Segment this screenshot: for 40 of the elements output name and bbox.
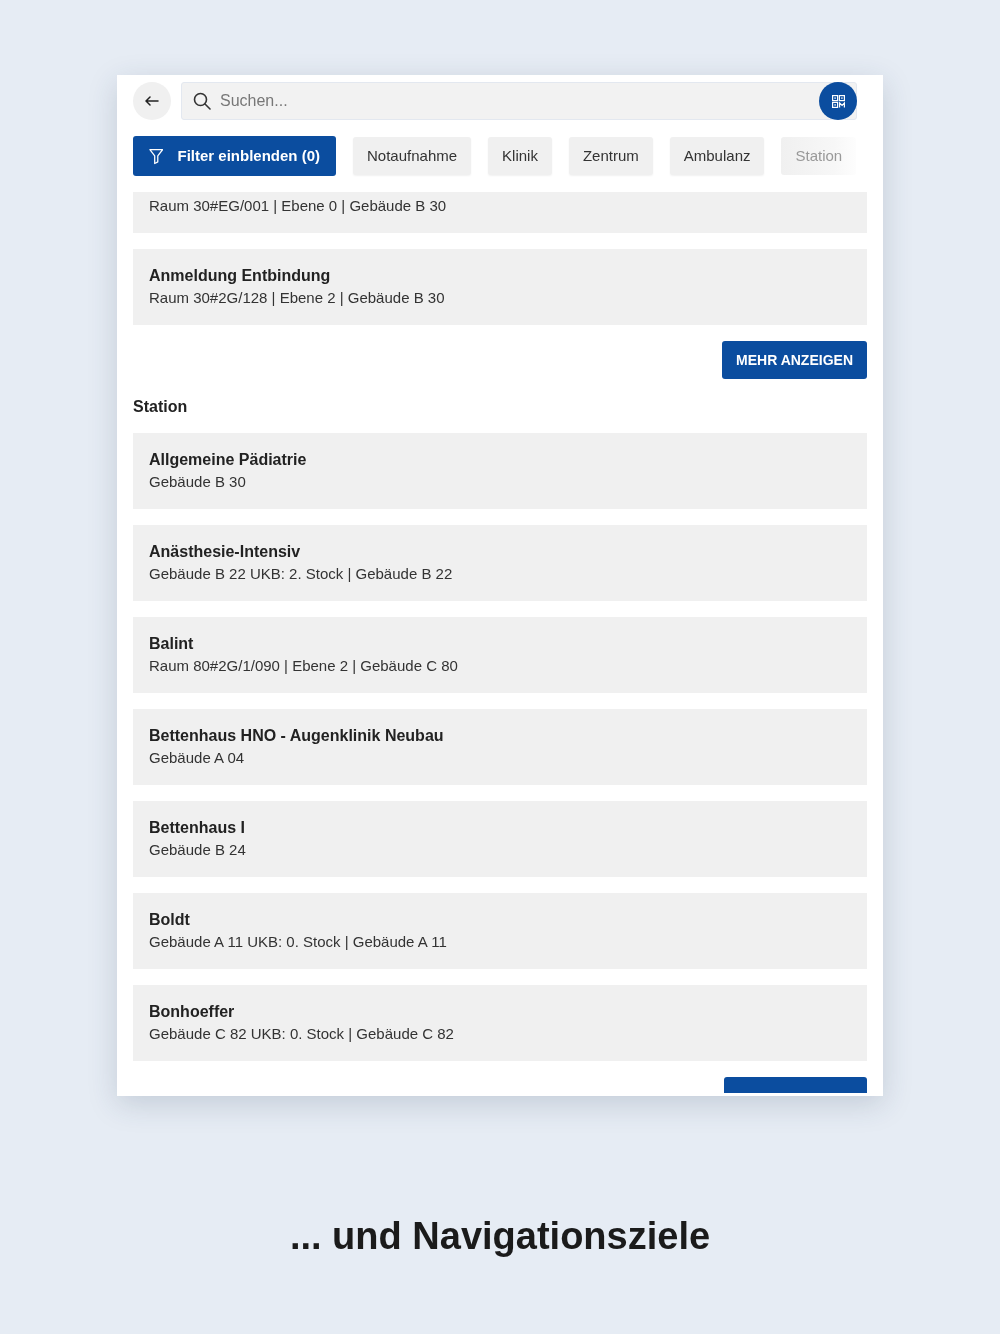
location-details: Raum 80#2G/1/090 | Ebene 2 | Gebäude C 80 bbox=[149, 656, 459, 676]
location-title: Anmeldung Entbindung bbox=[149, 266, 332, 286]
location-card[interactable]: Bonhoeffer Gebäude C 82 UKB: 0. Stock | Gebäude C 82 bbox=[133, 985, 867, 1061]
caption-text: ... und Navigationsziele bbox=[289, 1214, 711, 1259]
back-button[interactable] bbox=[133, 82, 171, 120]
location-card[interactable]: Bettenhaus HNO - Augenklinik Neubau Gebäude A 04 bbox=[133, 709, 867, 785]
search-field[interactable]: Suchen... bbox=[181, 82, 857, 120]
location-card[interactable]: Bettenhaus I Gebäude B 24 bbox=[133, 801, 867, 877]
filter-icon bbox=[149, 147, 164, 165]
category-chip[interactable]: Zentrum bbox=[568, 137, 653, 175]
location-title: Allgemeine Pädiatrie bbox=[149, 450, 308, 470]
location-title: Bettenhaus HNO - Augenklinik Neubau bbox=[149, 726, 445, 746]
location-card[interactable]: Anästhesie-Intensiv Gebäude B 22 UKB: 2. Stock | Gebäude B 22 bbox=[133, 525, 867, 601]
location-title: Anästhesie-Intensiv bbox=[149, 542, 302, 562]
location-details: Gebäude A 04 bbox=[149, 748, 246, 768]
location-details: Gebäude B 22 UKB: 2. Stock | Gebäude B 22 bbox=[149, 564, 454, 584]
section-heading: Station bbox=[133, 397, 189, 417]
location-details: Raum 30#EG/001 | Ebene 0 | Gebäude B 30 bbox=[149, 196, 448, 216]
category-chip[interactable]: Klinik bbox=[488, 137, 552, 175]
category-chip[interactable]: Notaufnahme bbox=[353, 137, 472, 175]
location-details: Gebäude C 82 UKB: 0. Stock | Gebäude C 82 bbox=[149, 1024, 455, 1044]
location-details: Raum 30#2G/128 | Ebene 2 | Gebäude B 30 bbox=[149, 288, 446, 308]
qr-code-icon bbox=[831, 94, 845, 108]
location-title: Bettenhaus I bbox=[149, 818, 246, 838]
location-card[interactable]: Raum 30#EG/001 | Ebene 0 | Gebäude B 30 bbox=[133, 192, 867, 233]
location-title: Balint bbox=[149, 634, 195, 654]
location-card[interactable]: Balint Raum 80#2G/1/090 | Ebene 2 | Gebäude C 80 bbox=[133, 617, 867, 693]
show-more-button[interactable]: MEHR ANZEIGEN bbox=[722, 341, 867, 379]
back-arrow-icon bbox=[145, 96, 159, 106]
location-title: Bonhoeffer bbox=[149, 1002, 236, 1022]
location-details: Gebäude A 11 UKB: 0. Stock | Gebäude A 11 bbox=[149, 932, 448, 952]
location-details: Gebäude B 30 bbox=[149, 472, 247, 492]
filter-button[interactable]: Filter einblenden (0) bbox=[133, 136, 336, 176]
location-card[interactable]: Allgemeine Pädiatrie Gebäude B 30 bbox=[133, 433, 867, 509]
category-chip[interactable]: Ambulanz bbox=[669, 137, 765, 175]
location-card[interactable]: Boldt Gebäude A 11 UKB: 0. Stock | Gebäude A 11 bbox=[133, 893, 867, 969]
search-icon bbox=[193, 92, 211, 110]
location-title: Boldt bbox=[149, 910, 191, 930]
location-details: Gebäude B 24 bbox=[149, 840, 247, 860]
location-card[interactable]: Anmeldung Entbindung Raum 30#2G/128 | Ebene 2 | Gebäude B 30 bbox=[133, 249, 867, 325]
